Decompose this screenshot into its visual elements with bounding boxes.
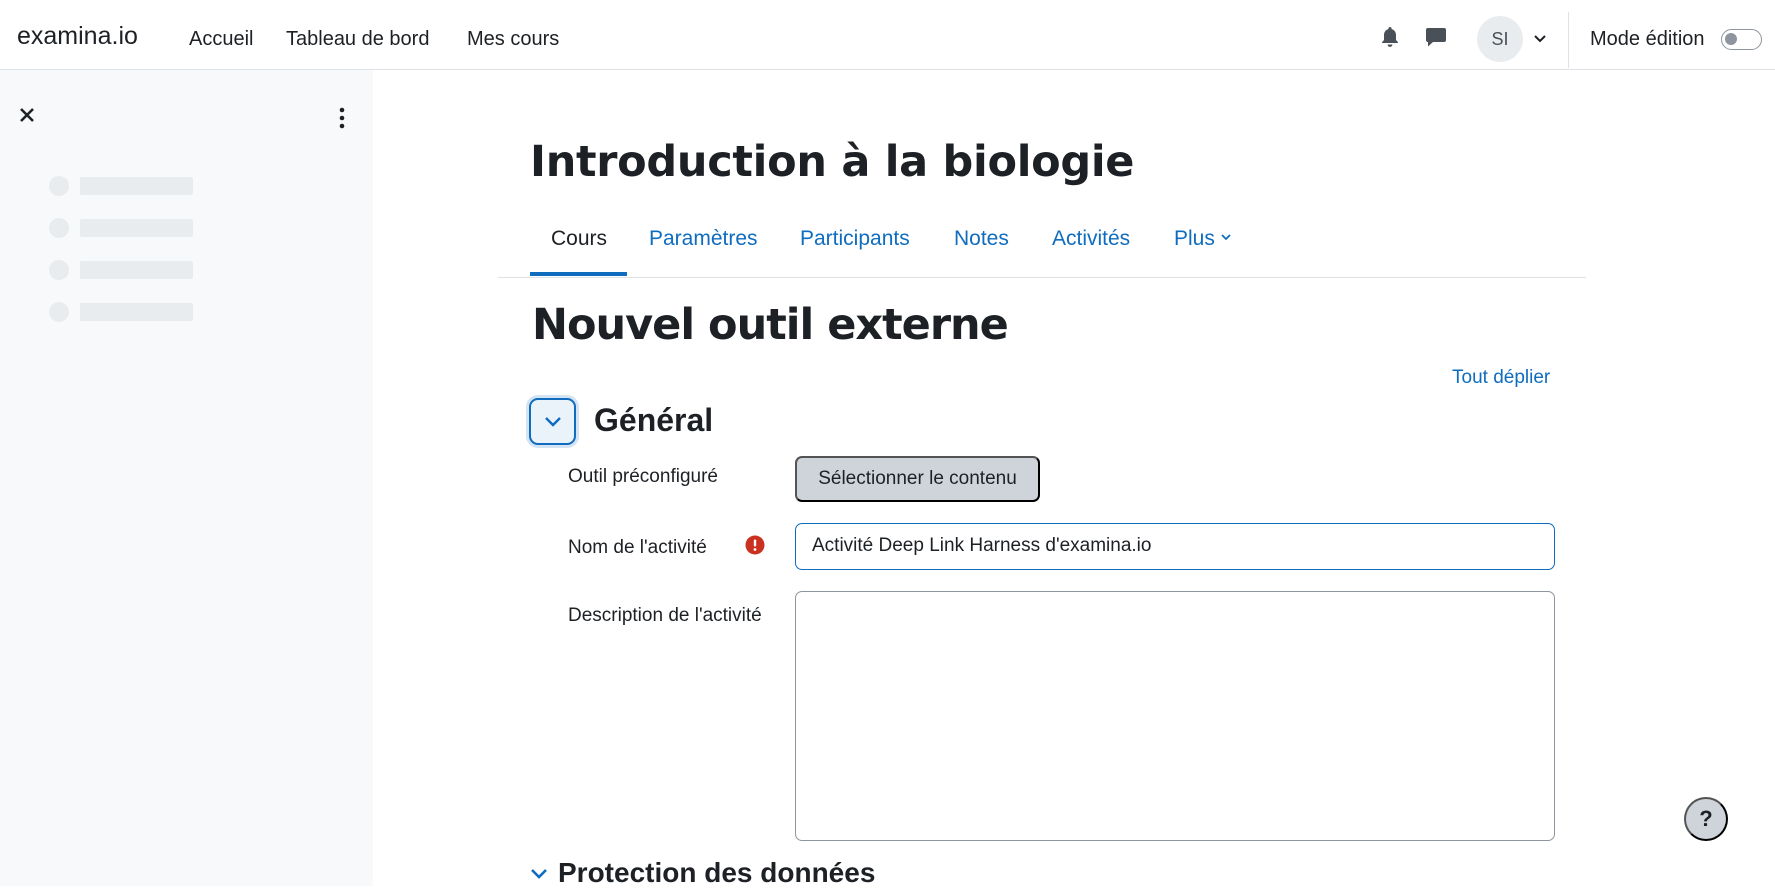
bell-icon[interactable] [1377,24,1403,50]
active-tab-indicator [530,272,627,276]
edit-mode-label: Mode édition [1590,28,1705,50]
skeleton-row [49,176,199,196]
chat-icon[interactable] [1423,24,1449,50]
help-button[interactable]: ? [1684,797,1728,841]
chevron-down-icon[interactable] [1532,30,1548,46]
activity-name-input[interactable]: Activité Deep Link Harness d'examina.io [795,523,1555,570]
expand-all-link[interactable]: Tout déplier [1452,367,1550,389]
chevron-down-icon [1221,234,1231,241]
select-content-button[interactable]: Sélectionner le contenu [795,456,1040,502]
field-label-activity-name: Nom de l'activité [568,537,707,558]
tab-more[interactable]: Plus [1174,227,1232,251]
activity-description-editor[interactable] [795,591,1555,841]
more-vertical-icon[interactable] [332,106,352,130]
nav-link-my-courses[interactable]: Mes cours [467,28,559,51]
course-title: Introduction à la biologie [530,137,1135,187]
field-label-activity-description: Description de l'activité [568,605,762,626]
section-title-general: Général [594,402,714,438]
skeleton-row [49,218,199,238]
top-navbar: examina.io Accueil Tableau de bord Mes c… [0,0,1775,70]
chevron-down-icon [544,416,561,427]
chevron-down-icon[interactable] [530,867,548,881]
tab-participants[interactable]: Participants [800,227,910,251]
section-collapse-button[interactable] [529,398,576,445]
tab-grades[interactable]: Notes [954,227,1009,251]
nav-link-home[interactable]: Accueil [189,28,253,51]
tab-course[interactable]: Cours [551,227,607,251]
section-title-privacy[interactable]: Protection des données [558,857,875,889]
site-brand[interactable]: examina.io [17,22,138,51]
navbar-divider [1568,12,1569,68]
skeleton-row [49,302,199,322]
tab-settings[interactable]: Paramètres [649,227,758,251]
toggle-knob [1725,33,1737,45]
page-heading: Nouvel outil externe [532,300,1009,350]
close-icon[interactable] [17,105,37,125]
skeleton-row [49,260,199,280]
tab-more-label: Plus [1174,227,1215,250]
nav-link-dashboard[interactable]: Tableau de bord [286,28,429,51]
required-icon [745,535,765,555]
user-avatar[interactable]: SI [1477,16,1523,62]
field-label-preconfigured-tool: Outil préconfiguré [568,466,718,487]
edit-mode-toggle[interactable] [1721,29,1762,50]
tab-activities[interactable]: Activités [1052,227,1130,251]
course-tabs: Cours Paramètres Participants Notes Acti… [498,222,1586,278]
